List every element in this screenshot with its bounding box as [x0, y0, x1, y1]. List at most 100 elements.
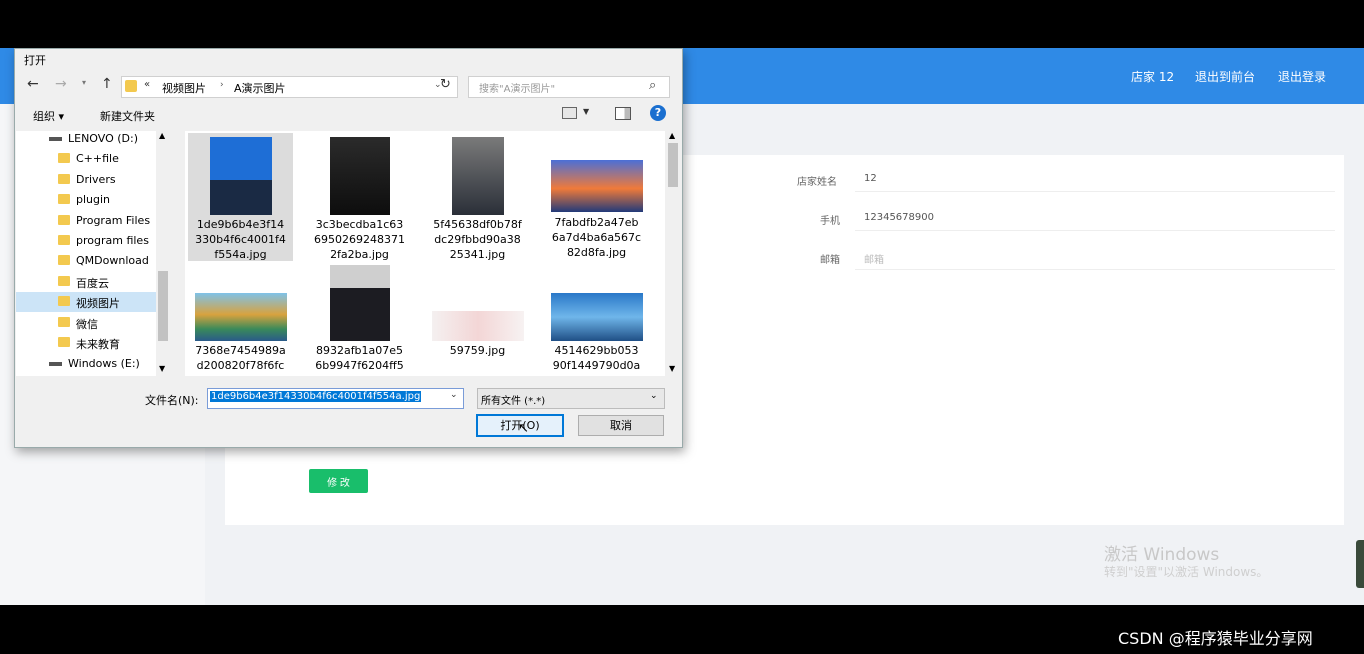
- address-input[interactable]: « 视频图片 › A演示图片 ⌄: [121, 76, 458, 98]
- file-type-select[interactable]: 所有文件 (*.*) ⌄: [477, 388, 665, 409]
- preview-pane-icon[interactable]: [615, 107, 631, 120]
- tree-item-folder[interactable]: 微信: [16, 313, 170, 333]
- nav-shop-user[interactable]: 店家 12: [1131, 68, 1174, 85]
- folder-icon: [58, 255, 70, 265]
- file-item[interactable]: 3c3becdba1c63 6950269248371 2fa2ba.jpg: [307, 133, 412, 261]
- scroll-thumb[interactable]: [668, 143, 678, 187]
- folder-icon: [58, 194, 70, 204]
- address-bar: ← → ▾ ↑ « 视频图片 › A演示图片 ⌄ ↻ 搜索"A演示图片" ⌕: [15, 73, 682, 99]
- recent-chevron-icon[interactable]: ▾: [82, 78, 86, 87]
- side-widget: [1356, 540, 1364, 588]
- scroll-down-icon[interactable]: ▼: [159, 364, 165, 373]
- field-underline: [855, 269, 1335, 270]
- file-item[interactable]: 7368e7454989a d200820f78f6fc: [188, 265, 293, 376]
- folder-icon: [58, 337, 70, 347]
- tree-scrollbar[interactable]: ▲ ▼: [156, 131, 170, 376]
- filename-input[interactable]: 1de9b6b4e3f14330b4f6c4001f4f554a.jpg: [207, 388, 464, 409]
- file-item-selected[interactable]: 1de9b6b4e3f14 330b4f6c4001f4 f554a.jpg: [188, 133, 293, 261]
- folder-icon: [58, 153, 70, 163]
- file-grid: 1de9b6b4e3f14 330b4f6c4001f4 f554a.jpg 3…: [185, 131, 665, 376]
- cancel-button[interactable]: 取消: [578, 415, 664, 436]
- folder-icon: [58, 276, 70, 286]
- thumbnail-landscape: [194, 293, 287, 341]
- dialog-toolbar: 组织 ▾ 新建文件夹 ▼ ?: [15, 102, 682, 130]
- scroll-down-icon[interactable]: ▼: [669, 364, 675, 373]
- folder-icon: [58, 215, 70, 225]
- field-underline: [855, 230, 1335, 231]
- filename-label: 文件名(N):: [145, 394, 199, 407]
- field-underline: [855, 191, 1335, 192]
- file-item[interactable]: 7fabdfb2a47eb 6a7d4ba6a567c 82d8fa.jpg: [544, 133, 649, 261]
- chevron-down-icon: ⌄: [650, 391, 658, 401]
- view-options-icon[interactable]: [562, 107, 577, 119]
- drive-icon: [49, 137, 62, 141]
- field-value-phone[interactable]: 12345678900: [864, 212, 934, 223]
- navigation-tree: LENOVO (D:) C++file Drivers plugin Progr…: [16, 131, 170, 376]
- nav-back-to-front[interactable]: 退出到前台: [1195, 68, 1255, 85]
- field-value-email[interactable]: 邮箱: [864, 251, 884, 266]
- tree-item-folder[interactable]: C++file: [16, 149, 170, 169]
- file-item[interactable]: 8932afb1a07e5 6b9947f6204ff5: [307, 265, 412, 376]
- activation-watermark-subtitle: 转到"设置"以激活 Windows。: [1104, 565, 1269, 579]
- search-placeholder: 搜索"A演示图片": [479, 84, 556, 95]
- mouse-cursor-icon: ↖: [518, 421, 529, 436]
- field-value-name[interactable]: 12: [864, 173, 877, 184]
- filename-value: 1de9b6b4e3f14330b4f6c4001f4f554a.jpg: [210, 391, 422, 402]
- thumbnail-banner: [431, 311, 524, 341]
- tree-item-drive[interactable]: LENOVO (D:): [16, 131, 170, 149]
- scroll-thumb[interactable]: [158, 271, 168, 341]
- edit-button[interactable]: 修 改: [309, 469, 368, 493]
- refresh-icon[interactable]: ↻: [440, 77, 451, 92]
- tree-item-folder[interactable]: plugin: [16, 190, 170, 210]
- breadcrumb-item[interactable]: A演示图片: [234, 80, 286, 96]
- file-item[interactable]: 4514629bb053 90f1449790d0a: [544, 265, 649, 376]
- thumbnail-portrait: [209, 137, 272, 215]
- scroll-up-icon[interactable]: ▲: [669, 131, 675, 140]
- up-arrow-icon[interactable]: ↑: [101, 76, 113, 92]
- scroll-up-icon[interactable]: ▲: [159, 131, 165, 140]
- back-arrow-icon[interactable]: ←: [27, 76, 39, 92]
- chevron-down-icon[interactable]: ⌄: [450, 390, 458, 400]
- nav-logout[interactable]: 退出登录: [1278, 68, 1326, 85]
- drive-icon: [49, 362, 62, 366]
- file-item[interactable]: 5f45638df0b78f dc29fbbd90a38 25341.jpg: [425, 133, 530, 261]
- field-label-name: 店家姓名: [797, 177, 837, 188]
- filename-row: 文件名(N): 1de9b6b4e3f14330b4f6c4001f4f554a…: [15, 386, 682, 412]
- csdn-credit: CSDN @程序猿毕业分享网: [1118, 629, 1313, 648]
- field-label-phone: 手机: [820, 216, 840, 227]
- tree-item-folder[interactable]: program files: [16, 231, 170, 251]
- new-folder-button[interactable]: 新建文件夹: [100, 108, 155, 124]
- organize-menu[interactable]: 组织 ▾: [33, 108, 64, 124]
- search-icon[interactable]: ⌕: [649, 78, 656, 93]
- help-icon[interactable]: ?: [650, 105, 666, 121]
- dialog-title: 打开: [24, 54, 46, 67]
- thumbnail-portrait: [329, 265, 390, 341]
- folder-icon: [58, 235, 70, 245]
- grid-scrollbar[interactable]: ▲ ▼: [666, 131, 680, 376]
- file-open-dialog: 打开 ← → ▾ ↑ « 视频图片 › A演示图片 ⌄ ↻ 搜索"A演示图片" …: [14, 48, 683, 448]
- thumbnail-landscape: [550, 293, 643, 341]
- file-item[interactable]: 59759.jpg: [425, 265, 530, 376]
- folder-icon: [58, 174, 70, 184]
- tree-item-folder[interactable]: 百度云: [16, 272, 170, 292]
- search-input[interactable]: 搜索"A演示图片" ⌕: [468, 76, 670, 98]
- tree-item-folder[interactable]: QMDownload: [16, 251, 170, 271]
- tree-item-folder[interactable]: Drivers: [16, 170, 170, 190]
- breadcrumb-separator-icon: ›: [220, 80, 224, 90]
- breadcrumb-prefix: «: [144, 79, 151, 90]
- tree-item-drive[interactable]: Windows (E:): [16, 354, 170, 374]
- activation-watermark-title: 激活 Windows: [1104, 545, 1220, 565]
- tree-item-folder[interactable]: Program Files: [16, 211, 170, 231]
- breadcrumb-item[interactable]: 视频图片: [162, 80, 206, 96]
- tree-item-folder-selected[interactable]: 视频图片: [16, 292, 170, 312]
- chevron-down-icon[interactable]: ▼: [583, 107, 589, 116]
- folder-icon: [58, 317, 70, 327]
- thumbnail-portrait: [329, 137, 390, 215]
- field-label-email: 邮箱: [820, 255, 840, 266]
- thumbnail-landscape: [550, 160, 643, 212]
- tree-item-folder[interactable]: 未来教育: [16, 333, 170, 353]
- folder-icon: [58, 296, 70, 306]
- folder-icon: [125, 80, 137, 92]
- forward-arrow-icon[interactable]: →: [55, 76, 67, 92]
- thumbnail-portrait: [451, 137, 504, 215]
